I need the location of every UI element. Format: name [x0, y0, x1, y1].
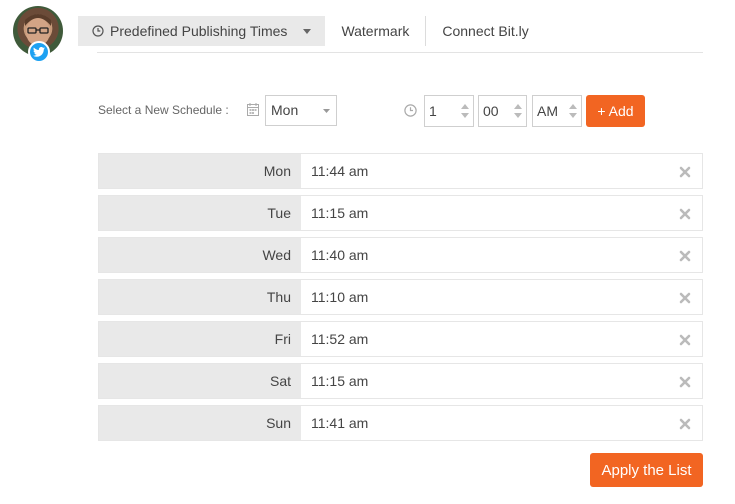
minute-value: 00: [483, 103, 499, 119]
schedule-row: Tue 11:15 am: [98, 195, 703, 231]
close-icon[interactable]: [679, 292, 691, 304]
row-time: 11:52 am: [301, 322, 702, 356]
twitter-icon: [28, 41, 50, 63]
schedule-row: Mon 11:44 am: [98, 153, 703, 189]
day-select[interactable]: Mon: [265, 95, 337, 126]
tab-bar: Predefined Publishing Times Watermark Co…: [78, 16, 545, 46]
close-icon[interactable]: [679, 334, 691, 346]
close-icon[interactable]: [679, 418, 691, 430]
tab-predefined-publishing-times[interactable]: Predefined Publishing Times: [78, 16, 326, 46]
tab-watermark[interactable]: Watermark: [325, 16, 425, 46]
row-day: Fri: [99, 322, 301, 356]
row-time: 11:41 am: [301, 406, 702, 440]
minute-stepper[interactable]: 00: [478, 95, 527, 127]
schedule-row: Wed 11:40 am: [98, 237, 703, 273]
row-time: 11:10 am: [301, 280, 702, 314]
close-icon[interactable]: [679, 166, 691, 178]
stepper-arrows-icon[interactable]: [569, 102, 577, 120]
caret-down-icon: [323, 109, 330, 113]
row-day: Sun: [99, 406, 301, 440]
calendar-icon: [247, 103, 259, 116]
apply-list-button[interactable]: Apply the List: [590, 453, 703, 487]
tab-label: Connect Bit.ly: [442, 23, 529, 39]
clock-icon: [404, 104, 417, 117]
close-icon[interactable]: [679, 250, 691, 262]
schedule-row: Sat 11:15 am: [98, 363, 703, 399]
ampm-value: AM: [537, 103, 558, 119]
ampm-stepper[interactable]: AM: [532, 95, 582, 127]
close-icon[interactable]: [679, 376, 691, 388]
row-day: Mon: [99, 154, 301, 188]
schedule-label: Select a New Schedule :: [98, 103, 229, 117]
clock-icon: [92, 25, 104, 37]
add-button[interactable]: + Add: [586, 95, 645, 127]
stepper-arrows-icon[interactable]: [461, 102, 469, 120]
row-day: Wed: [99, 238, 301, 272]
hour-stepper[interactable]: 1: [424, 95, 474, 127]
schedule-row: Thu 11:10 am: [98, 279, 703, 315]
close-icon[interactable]: [679, 208, 691, 220]
tab-connect-bitly[interactable]: Connect Bit.ly: [426, 16, 544, 46]
row-day: Tue: [99, 196, 301, 230]
stepper-arrows-icon[interactable]: [514, 102, 522, 120]
schedule-row: Fri 11:52 am: [98, 321, 703, 357]
row-day: Thu: [99, 280, 301, 314]
tab-label: Predefined Publishing Times: [110, 23, 288, 39]
row-time: 11:15 am: [301, 364, 702, 398]
row-time: 11:44 am: [301, 154, 702, 188]
row-time: 11:15 am: [301, 196, 702, 230]
hour-value: 1: [429, 103, 437, 119]
row-day: Sat: [99, 364, 301, 398]
day-select-value: Mon: [271, 102, 299, 118]
schedule-row: Sun 11:41 am: [98, 405, 703, 441]
caret-down-icon[interactable]: [303, 28, 312, 34]
schedule-list: Mon 11:44 am Tue 11:15 am Wed 11:40 am T…: [98, 153, 703, 447]
tab-underline: [97, 52, 703, 53]
row-time: 11:40 am: [301, 238, 702, 272]
tab-label: Watermark: [341, 23, 410, 39]
